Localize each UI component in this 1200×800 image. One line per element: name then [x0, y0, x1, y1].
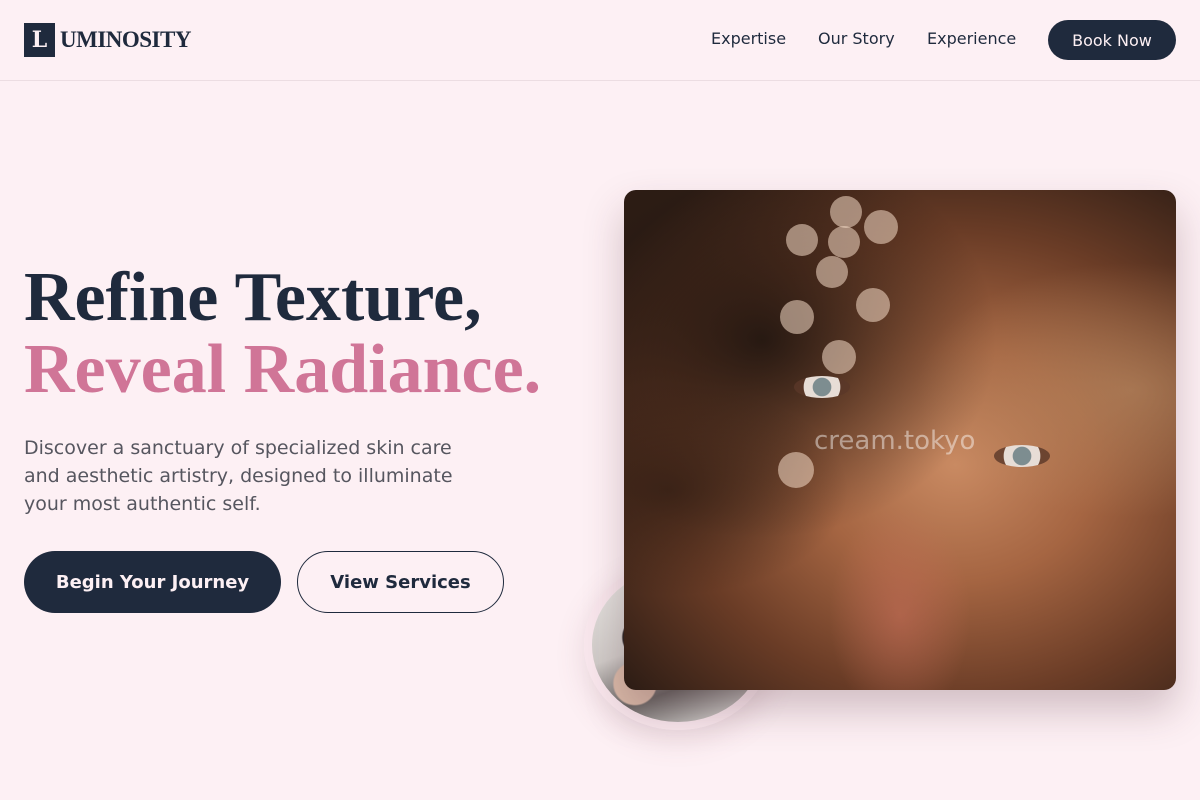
bokeh-light	[822, 340, 856, 374]
logo-text: UMINOSITY	[60, 27, 191, 52]
nav-link-expertise[interactable]: Expertise	[711, 29, 786, 48]
brand-logo[interactable]: L UMINOSITY	[24, 23, 191, 57]
hero-title-line2: Reveal Radiance.	[24, 331, 542, 408]
bokeh-light	[786, 224, 818, 256]
site-header: L UMINOSITY Expertise Our Story Experien…	[0, 0, 1200, 81]
photo-watermark: cream.tokyo	[814, 426, 976, 456]
bokeh-light	[816, 256, 848, 288]
hero-title-line1: Refine Texture,	[24, 259, 482, 336]
nav-link-experience[interactable]: Experience	[927, 29, 1016, 48]
hero-face-photo: cream.tokyo	[624, 190, 1176, 690]
bokeh-light	[864, 210, 898, 244]
bokeh-light	[828, 226, 860, 258]
hero-title: Refine Texture, Reveal Radiance.	[24, 262, 541, 406]
view-services-button[interactable]: View Services	[297, 551, 504, 613]
nav-link-our-story[interactable]: Our Story	[818, 29, 895, 48]
photo-eye-right	[994, 445, 1050, 467]
bokeh-light	[830, 196, 862, 228]
hero-description: Discover a sanctuary of specialized skin…	[24, 437, 453, 515]
logo-mark: L	[24, 23, 55, 57]
bokeh-light	[856, 288, 890, 322]
book-now-button[interactable]: Book Now	[1048, 20, 1176, 60]
begin-journey-button[interactable]: Begin Your Journey	[24, 551, 281, 613]
bokeh-light	[780, 300, 814, 334]
bokeh-light	[778, 452, 814, 488]
photo-eye-left	[794, 376, 850, 398]
